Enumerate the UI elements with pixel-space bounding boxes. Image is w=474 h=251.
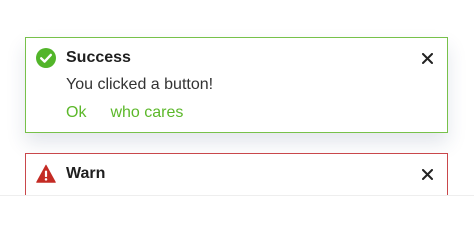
close-icon xyxy=(421,52,433,64)
divider xyxy=(0,195,474,196)
warn-toast-header: Warn xyxy=(36,163,435,185)
success-close-button[interactable] xyxy=(419,50,435,66)
close-icon xyxy=(421,168,433,180)
ok-button[interactable]: Ok xyxy=(66,104,86,122)
success-toast-message: You clicked a button! xyxy=(66,76,214,93)
who-cares-button[interactable]: who cares xyxy=(110,104,183,122)
success-toast: Success You clicked a button! Ok who car… xyxy=(25,37,448,133)
warning-triangle-icon xyxy=(36,164,56,184)
success-toast-header: Success xyxy=(36,47,435,69)
warn-toast-title: Warn xyxy=(66,165,106,182)
page-background xyxy=(0,195,474,251)
success-toast-actions: Ok who cares xyxy=(66,104,183,122)
success-toast-title: Success xyxy=(66,49,131,66)
warn-close-button[interactable] xyxy=(419,166,435,182)
check-circle-icon xyxy=(36,48,56,68)
